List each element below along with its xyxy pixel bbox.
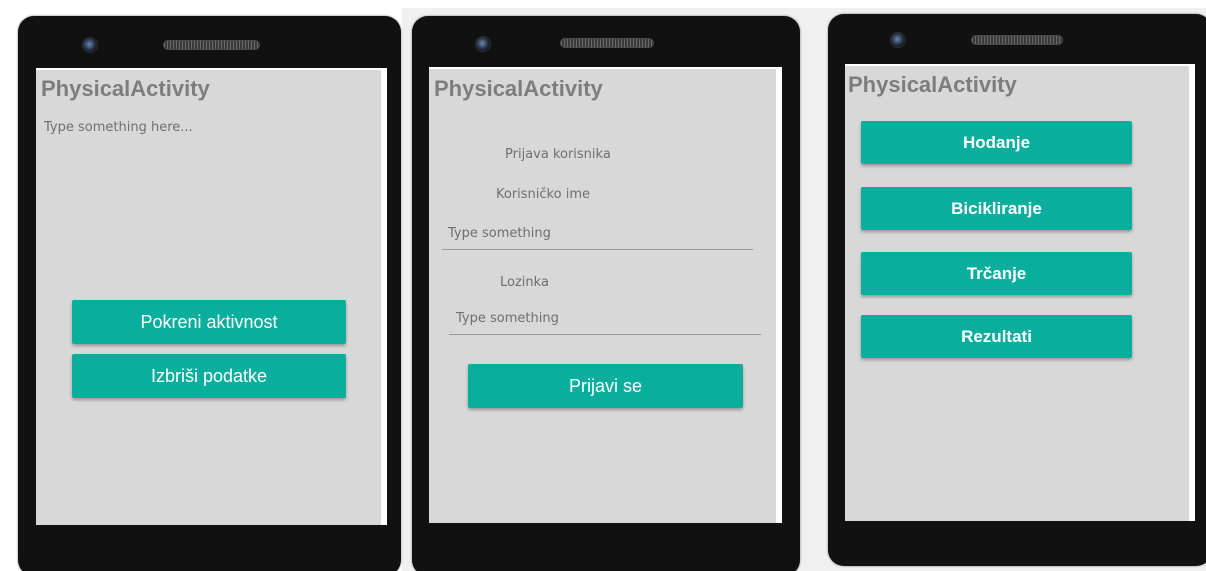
menu-button-walking[interactable]: Hodanje xyxy=(861,121,1132,164)
notes-textarea[interactable] xyxy=(44,120,364,240)
username-label: Korisničko ime xyxy=(496,187,590,202)
phone-3: PhysicalActivity Hodanje Bicikliranje Tr… xyxy=(828,14,1206,566)
phone-2: PhysicalActivity Prijava korisnika Koris… xyxy=(412,16,800,571)
login-button[interactable]: Prijavi se xyxy=(468,364,743,408)
app-title: PhysicalActivity xyxy=(41,76,210,101)
screen-menu: PhysicalActivity Hodanje Bicikliranje Tr… xyxy=(845,64,1195,521)
menu-button-results[interactable]: Rezultati xyxy=(861,315,1132,358)
mockup-stage: PhysicalActivity Pokreni aktivnost Izbri… xyxy=(0,0,1206,571)
start-activity-button[interactable]: Pokreni aktivnost xyxy=(72,300,346,344)
camera-icon xyxy=(890,32,906,48)
speaker-grille xyxy=(560,38,654,48)
screen-activity: PhysicalActivity Pokreni aktivnost Izbri… xyxy=(36,68,387,525)
camera-icon xyxy=(475,36,491,52)
menu-button-running[interactable]: Trčanje xyxy=(861,252,1132,295)
camera-icon xyxy=(82,37,98,53)
speaker-grille xyxy=(971,35,1063,45)
password-field[interactable] xyxy=(449,309,761,335)
speaker-grille xyxy=(163,40,260,50)
phone-1: PhysicalActivity Pokreni aktivnost Izbri… xyxy=(18,16,401,571)
login-heading: Prijava korisnika xyxy=(505,147,611,162)
menu-button-cycling[interactable]: Bicikliranje xyxy=(861,187,1132,230)
app-title: PhysicalActivity xyxy=(434,76,603,101)
delete-data-button[interactable]: Izbriši podatke xyxy=(72,354,346,398)
username-field[interactable] xyxy=(442,224,753,250)
screen-login: PhysicalActivity Prijava korisnika Koris… xyxy=(429,67,782,523)
password-label: Lozinka xyxy=(500,275,549,290)
app-title: PhysicalActivity xyxy=(848,72,1017,97)
